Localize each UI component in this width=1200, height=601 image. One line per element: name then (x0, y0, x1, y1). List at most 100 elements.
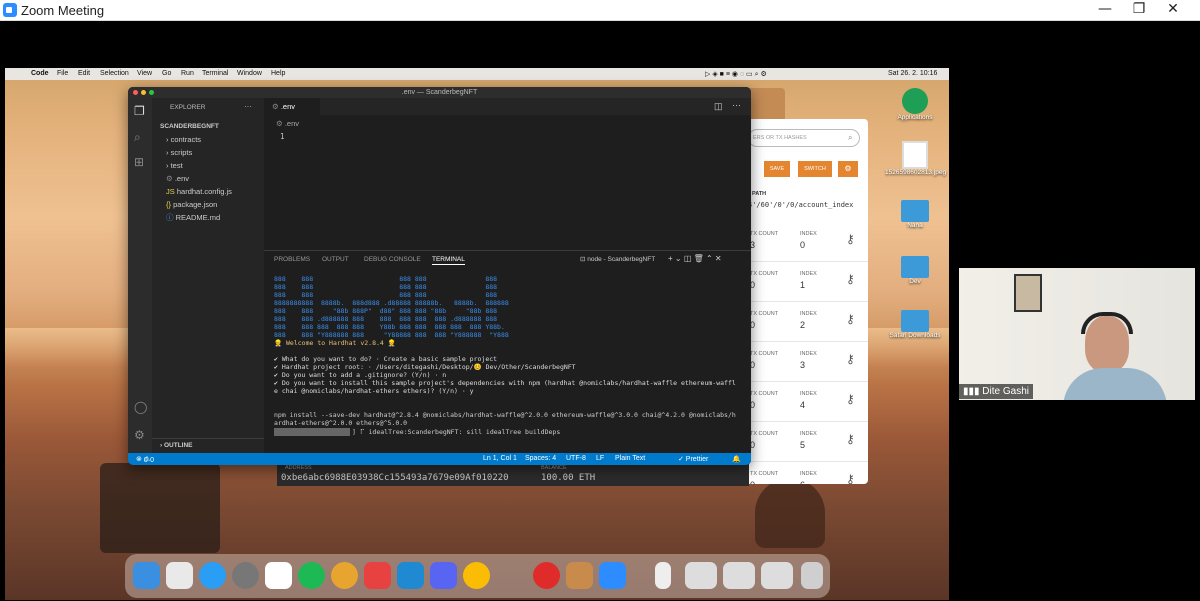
key-icon[interactable]: ⚷ (846, 432, 855, 446)
menu-view[interactable]: View (137, 70, 152, 77)
terminal-panel: PROBLEMS OUTPUT DEBUG CONSOLE TERMINAL ⊡… (264, 250, 751, 453)
tab-terminal[interactable]: TERMINAL (432, 256, 465, 265)
key-icon[interactable]: ⚷ (846, 272, 855, 286)
key-icon[interactable]: ⚷ (846, 232, 855, 246)
menu-edit[interactable]: Edit (78, 70, 90, 77)
desktop-file[interactable]: 1526598602813.jpeg (885, 141, 946, 176)
menu-window[interactable]: Window (237, 70, 262, 77)
tree-env[interactable]: ⚙ .env (152, 172, 264, 185)
switch-button[interactable]: SWITCH (798, 161, 832, 177)
key-icon[interactable]: ⚷ (846, 312, 855, 326)
minimize-button[interactable]: — (1095, 1, 1115, 19)
tree-scripts[interactable]: › scripts (152, 146, 264, 159)
terminal-actions[interactable]: + ⌄ ◫ 🗑 ⌃ ✕ (668, 254, 722, 263)
close-button[interactable]: ✕ (1163, 1, 1183, 19)
minimize-dot[interactable] (141, 90, 146, 95)
search-icon[interactable]: ⌕ (134, 130, 141, 145)
search-input[interactable]: ERS OR TX HASHES (748, 129, 860, 147)
desktop-applications[interactable]: Applications (885, 88, 945, 121)
maximize-button[interactable]: ❐ (1129, 1, 1149, 19)
system-preferences-icon[interactable] (232, 562, 259, 589)
prettier-status[interactable]: ✓ Prettier (678, 455, 708, 463)
project-root[interactable]: SCANDERBEGNFT (152, 120, 264, 133)
problems-indicator[interactable]: ⊗ 0 ⚠ 0 (136, 455, 154, 464)
tree-readme[interactable]: ⓘ README.md (152, 211, 264, 224)
participant-name-tag: ▮▮▮ Dite Gashi (959, 384, 1033, 399)
zoom-dot[interactable] (149, 90, 154, 95)
index-value: 5 (800, 440, 806, 450)
account-icon[interactable]: ◯ (134, 400, 147, 414)
menu-go[interactable]: Go (162, 70, 171, 77)
settings-gear-icon[interactable]: ⚙ (134, 428, 145, 442)
gear-icon[interactable]: ⚙ (838, 161, 858, 177)
status-icons: ▷ ◈ ■ ≡ ◉ ◌ ▭ ⌕ ⚙ (705, 71, 767, 78)
tab-output[interactable]: OUTPUT (322, 256, 349, 263)
window-thumbnail-icon[interactable] (723, 562, 755, 589)
breadcrumb[interactable]: ⚙ .env (276, 119, 299, 128)
menu-terminal[interactable]: Terminal (202, 70, 228, 77)
spotify-icon[interactable] (298, 562, 325, 589)
desktop-folder-dev[interactable]: Dev (885, 256, 945, 285)
files-icon[interactable]: ❐ (134, 104, 145, 118)
split-editor-icon[interactable]: ◫ (714, 101, 723, 112)
key-icon[interactable]: ⚷ (846, 392, 855, 406)
desktop-folder-nana[interactable]: Nana (885, 200, 945, 229)
encoding[interactable]: UTF-8 (566, 455, 586, 462)
more-app-icon[interactable] (533, 562, 560, 589)
menu-run[interactable]: Run (181, 70, 194, 77)
save-button[interactable]: SAVE (764, 161, 790, 177)
language-mode[interactable]: Plain Text (615, 455, 645, 462)
trash-icon[interactable] (801, 562, 823, 589)
account-row[interactable]: TX COUNT 0 INDEX 2 ⚷ (748, 302, 868, 342)
more-icon[interactable]: ··· (244, 102, 252, 111)
menu-selection[interactable]: Selection (100, 70, 129, 77)
accounts-strip: ADDRESS 0xbe6abc6988E03938Cc155493a7679e… (277, 464, 749, 486)
account-row[interactable]: TX COUNT 0 INDEX 3 ⚷ (748, 342, 868, 382)
more-actions-icon[interactable]: ··· (732, 100, 741, 110)
tree-test[interactable]: › test (152, 159, 264, 172)
end-of-line[interactable]: LF (596, 455, 604, 462)
cursor-position[interactable]: Ln 1, Col 1 (483, 455, 517, 462)
account-row[interactable]: TX COUNT 0 INDEX 4 ⚷ (748, 382, 868, 422)
account-row[interactable]: TX COUNT 3 INDEX 0 ⚷ (748, 222, 868, 262)
account-row[interactable]: TX COUNT 0 INDEX 5 ⚷ (748, 422, 868, 462)
chrome-icon[interactable] (463, 562, 490, 589)
index-label: INDEX (800, 271, 817, 277)
menu-help[interactable]: Help (271, 70, 285, 77)
discord-icon[interactable] (430, 562, 457, 589)
window-thumbnail-icon[interactable] (685, 562, 717, 589)
folder-icon (901, 200, 929, 222)
mail-icon[interactable] (364, 562, 391, 589)
document-icon[interactable] (655, 562, 671, 589)
zoom-title-bar: Zoom Meeting — ❐ ✕ (0, 0, 1200, 21)
tree-package-json[interactable]: {} package.json (152, 198, 264, 211)
tab-problems[interactable]: PROBLEMS (274, 256, 310, 263)
camera-app-icon[interactable] (331, 562, 358, 589)
bell-icon[interactable]: 🔔 (732, 455, 741, 463)
safari-icon[interactable] (199, 562, 226, 589)
menu-app-name[interactable]: Code (31, 70, 49, 77)
tree-hardhat-config[interactable]: JS hardhat.config.js (152, 185, 264, 198)
finder-icon[interactable] (133, 562, 160, 589)
indentation[interactable]: Spaces: 4 (525, 455, 556, 462)
launchpad-icon[interactable] (166, 562, 193, 589)
menu-file[interactable]: File (57, 70, 68, 77)
extensions-icon[interactable]: ⊞ (134, 155, 144, 169)
box-app-icon[interactable] (566, 562, 593, 589)
zoom-app-icon[interactable] (599, 562, 626, 589)
tab-env[interactable]: ⚙ .env (264, 98, 320, 115)
tx-count-label: TX COUNT (750, 231, 779, 237)
desktop-folder-safari[interactable]: Safari Downloads (885, 310, 945, 339)
close-dot[interactable] (133, 90, 138, 95)
terminal-selector[interactable]: ⊡ node - ScanderbegNFT (580, 255, 655, 263)
account-row[interactable]: TX COUNT 0 INDEX 1 ⚷ (748, 262, 868, 302)
key-icon[interactable]: ⚷ (846, 352, 855, 366)
account-row[interactable]: TX COUNT 0 INDEX 6 ⚷ (748, 462, 868, 484)
outline-section[interactable]: › OUTLINE (152, 438, 264, 451)
notion-icon[interactable] (265, 562, 292, 589)
tab-debug-console[interactable]: DEBUG CONSOLE (364, 256, 421, 263)
window-thumbnail-icon[interactable] (761, 562, 793, 589)
key-icon[interactable]: ⚷ (846, 472, 855, 484)
vscode-icon[interactable] (397, 562, 424, 589)
tree-contracts[interactable]: › contracts (152, 133, 264, 146)
